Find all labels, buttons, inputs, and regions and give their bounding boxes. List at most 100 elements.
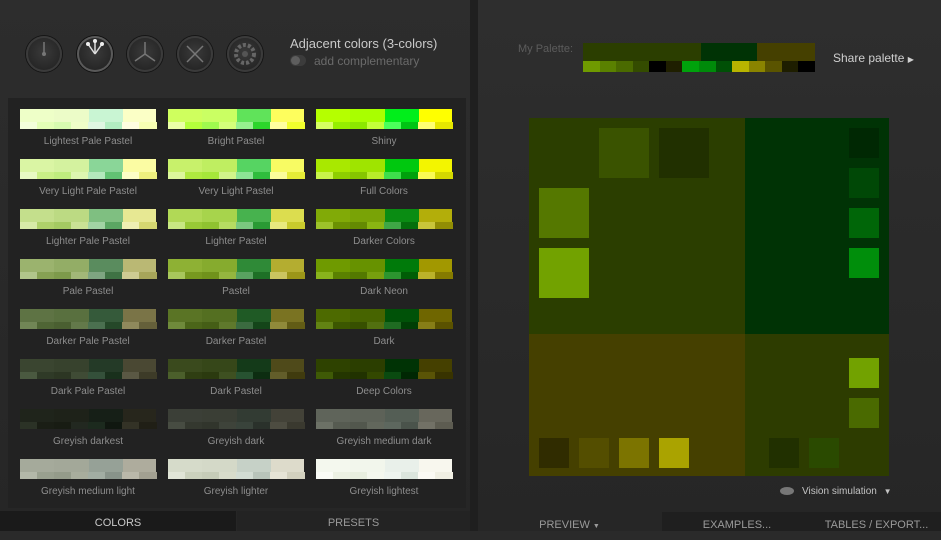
swatch-sub-segment <box>185 422 203 429</box>
swatch-main-segment <box>123 209 156 222</box>
swatch-sub-segment <box>350 272 368 279</box>
variant-dark[interactable]: Dark <box>316 309 453 347</box>
variant-bright-pastel[interactable]: Bright Pastel <box>168 109 305 147</box>
variant-greyish-dark[interactable]: Greyish dark <box>168 409 305 447</box>
swatch-sub-segment <box>236 272 254 279</box>
variant-darker-pastel[interactable]: Darker Pastel <box>168 309 305 347</box>
swatch-sub-segment <box>219 222 237 229</box>
adjacent-scheme-icon[interactable] <box>77 36 113 72</box>
swatch-sub-segment <box>122 172 140 179</box>
my-palette-strip[interactable] <box>583 43 816 72</box>
variant-lightest-pale-pastel[interactable]: Lightest Pale Pastel <box>20 109 157 147</box>
swatch-sub-segment <box>219 472 237 479</box>
variant-pastel[interactable]: Pastel <box>168 259 305 297</box>
swatch-main-segment <box>419 359 452 372</box>
triad-scheme-icon[interactable] <box>127 36 163 72</box>
variant-label: Greyish medium light <box>41 486 135 497</box>
swatch-main-segment <box>54 159 89 172</box>
swatch-sub-segment <box>287 322 305 329</box>
variant-pale-pastel[interactable]: Pale Pastel <box>20 259 157 297</box>
variant-shiny[interactable]: Shiny <box>316 109 453 147</box>
swatch-sub-segment <box>219 172 237 179</box>
swatch-main-segment <box>168 309 202 322</box>
swatch-sub-segment <box>202 172 220 179</box>
swatch-sub-segment <box>367 472 385 479</box>
freestyle-scheme-icon[interactable] <box>227 36 263 72</box>
swatch-sub-segment <box>139 472 157 479</box>
swatch-sub-segment <box>20 422 38 429</box>
swatch-sub-segment <box>54 172 72 179</box>
swatch-main-segment <box>20 359 54 372</box>
swatch-main-segment <box>54 109 89 122</box>
variant-greyish-medium-dark[interactable]: Greyish medium dark <box>316 409 453 447</box>
variant-swatch <box>20 109 157 129</box>
swatch-main-segment <box>271 259 304 272</box>
variant-full-colors[interactable]: Full Colors <box>316 159 453 197</box>
variant-deep-colors[interactable]: Deep Colors <box>316 359 453 397</box>
swatch-sub-segment <box>37 472 55 479</box>
variant-very-light-pale-pastel[interactable]: Very Light Pale Pastel <box>20 159 157 197</box>
variant-label: Very Light Pale Pastel <box>39 186 137 197</box>
swatch-main-segment <box>20 309 54 322</box>
swatch-main-segment <box>202 159 237 172</box>
swatch-main-segment <box>271 359 304 372</box>
tab-colors[interactable]: COLORS <box>0 511 236 531</box>
swatch-main-segment <box>419 309 452 322</box>
swatch-sub-segment <box>418 272 436 279</box>
swatch-sub-segment <box>168 472 186 479</box>
variant-dark-pale-pastel[interactable]: Dark Pale Pastel <box>20 359 157 397</box>
variant-greyish-darkest[interactable]: Greyish darkest <box>20 409 157 447</box>
mono-scheme-icon[interactable] <box>26 36 62 72</box>
swatch-sub-segment <box>219 122 237 129</box>
variant-darker-colors[interactable]: Darker Colors <box>316 209 453 247</box>
swatch-sub-segment <box>384 422 402 429</box>
complementary-label[interactable]: add complementary <box>314 54 419 68</box>
variant-very-light-pastel[interactable]: Very Light Pastel <box>168 159 305 197</box>
swatch-sub-segment <box>37 172 55 179</box>
swatch-sub-segment <box>333 122 351 129</box>
swatch-sub-segment <box>435 372 453 379</box>
variant-lighter-pastel[interactable]: Lighter Pastel <box>168 209 305 247</box>
variant-lighter-pale-pastel[interactable]: Lighter Pale Pastel <box>20 209 157 247</box>
variant-greyish-lightest[interactable]: Greyish lightest <box>316 459 453 497</box>
swatch-sub-segment <box>185 322 203 329</box>
swatch-sub-segment <box>316 472 334 479</box>
swatch-sub-segment <box>401 222 419 229</box>
complementary-toggle[interactable] <box>290 55 306 66</box>
tab-preview[interactable]: PREVIEW ▼ <box>478 512 661 531</box>
swatch-main-segment <box>54 459 89 472</box>
variant-dark-neon[interactable]: Dark Neon <box>316 259 453 297</box>
variant-greyish-lighter[interactable]: Greyish lighter <box>168 459 305 497</box>
swatch-main-segment <box>237 159 271 172</box>
swatch-sub-segment <box>333 272 351 279</box>
swatch-main-segment <box>316 309 350 322</box>
vision-simulation-button[interactable]: Vision simulation ▼ <box>780 486 892 497</box>
swatch-main-segment <box>202 309 237 322</box>
variant-dark-pastel[interactable]: Dark Pastel <box>168 359 305 397</box>
swatch-sub-segment <box>253 272 271 279</box>
share-palette-button[interactable]: Share palette ▶ <box>833 51 914 65</box>
variant-label: Deep Colors <box>356 386 412 397</box>
tab-tables-export[interactable]: TABLES / EXPORT... <box>812 512 941 531</box>
swatch-sub-segment <box>316 172 334 179</box>
swatch-main-segment <box>419 159 452 172</box>
variant-darker-pale-pastel[interactable]: Darker Pale Pastel <box>20 309 157 347</box>
swatch-sub-segment <box>219 272 237 279</box>
preview-box <box>619 438 649 468</box>
variant-label: Dark Pastel <box>210 386 262 397</box>
tetrad-scheme-icon[interactable] <box>177 36 213 72</box>
swatch-main-segment <box>385 109 419 122</box>
swatch-main-segment <box>385 259 419 272</box>
variant-greyish-medium-light[interactable]: Greyish medium light <box>20 459 157 497</box>
swatch-sub-segment <box>37 372 55 379</box>
tab-examples[interactable]: EXAMPLES... <box>662 512 812 531</box>
swatch-sub-segment <box>20 322 38 329</box>
swatch-main-segment <box>20 159 54 172</box>
swatch-sub-segment <box>219 372 237 379</box>
tab-presets[interactable]: PRESETS <box>237 511 470 531</box>
swatch-main-segment <box>350 409 385 422</box>
swatch-sub-segment <box>168 372 186 379</box>
swatch-main-segment <box>271 209 304 222</box>
my-palette-sub-segment <box>748 61 766 72</box>
swatch-sub-segment <box>333 422 351 429</box>
